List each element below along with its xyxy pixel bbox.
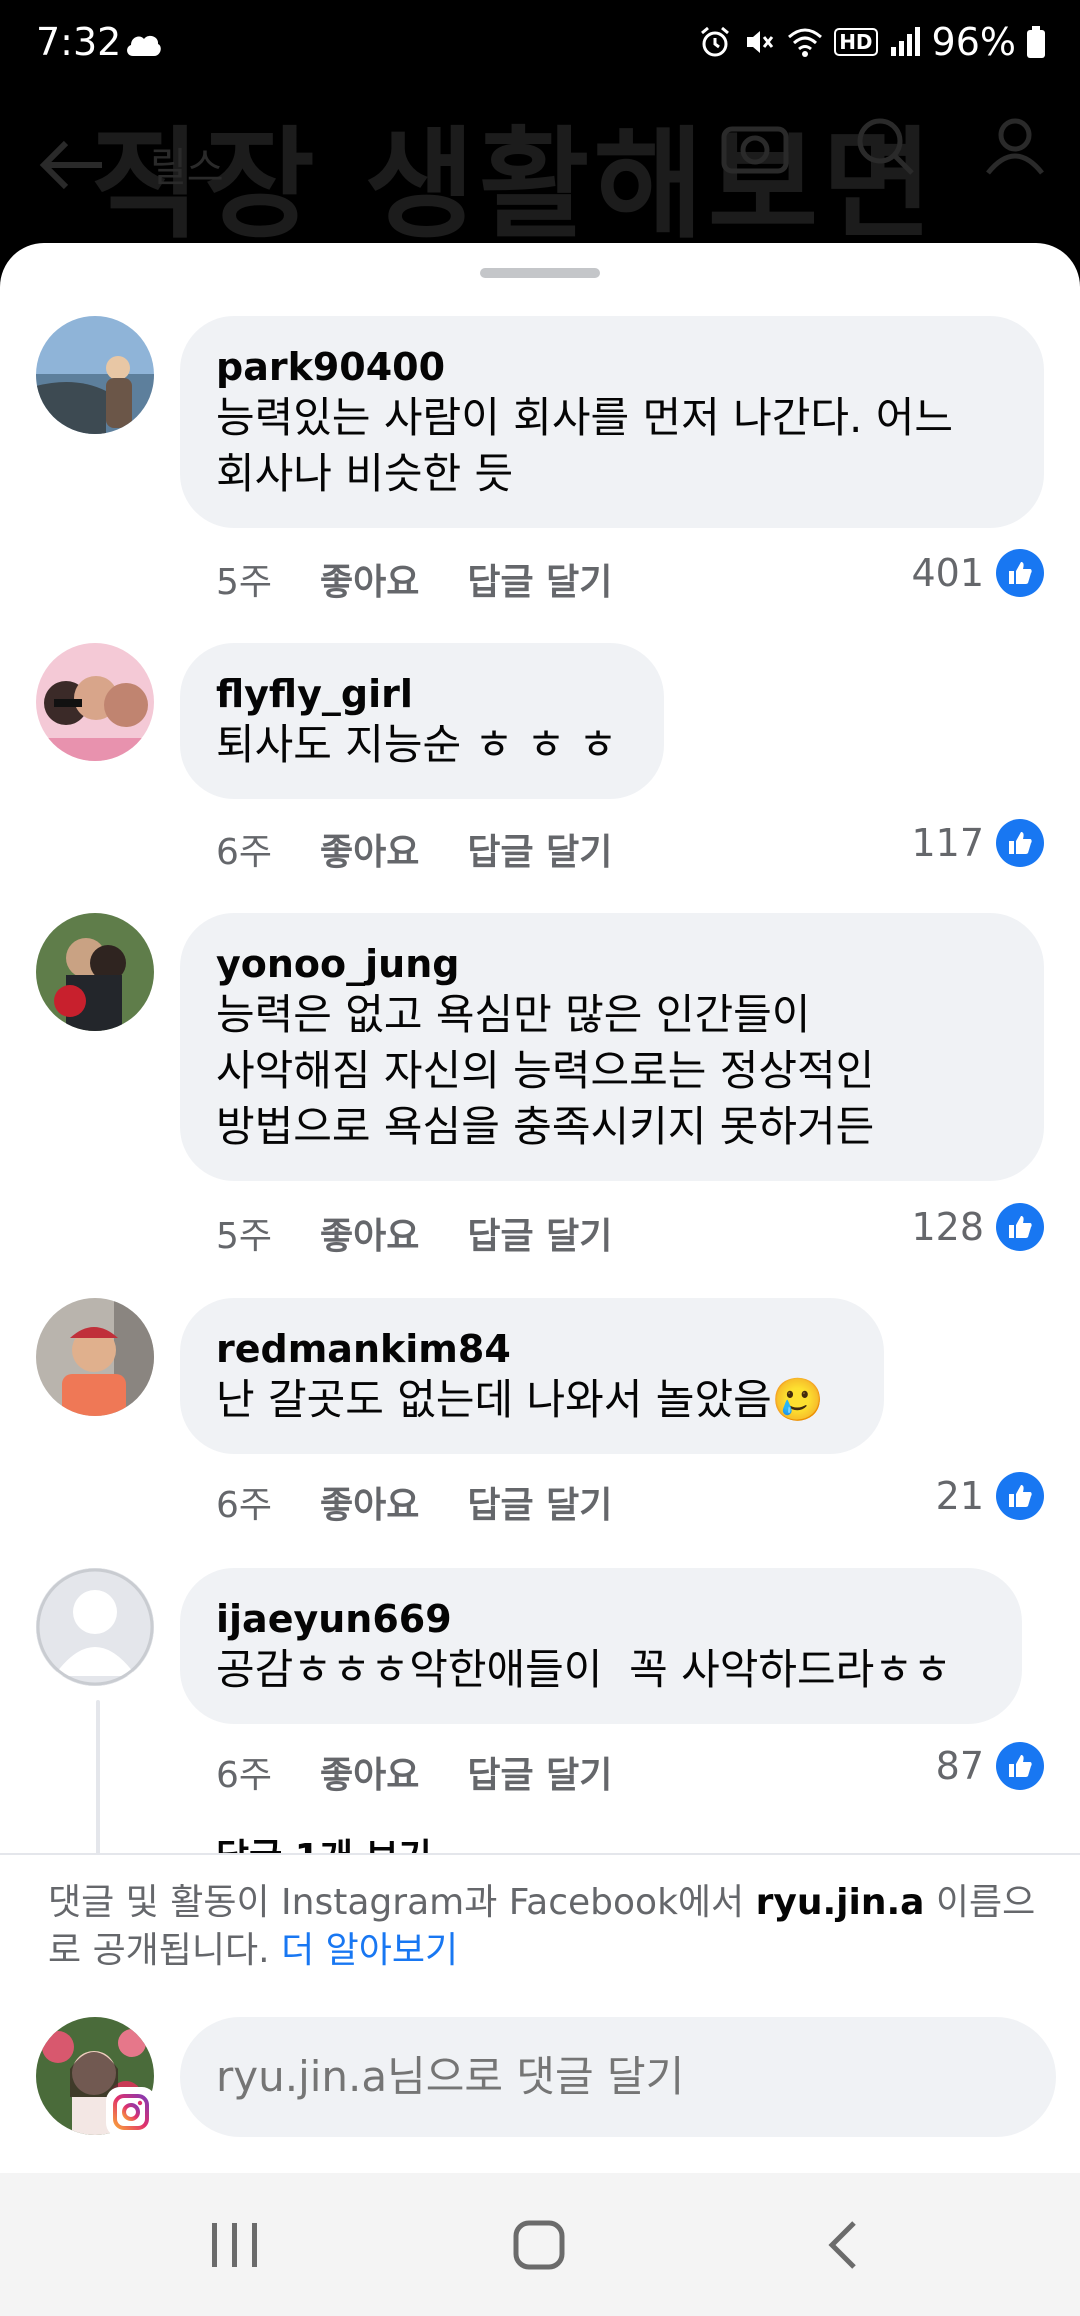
alarm-icon	[701, 26, 730, 57]
thumbs-up-icon	[996, 549, 1044, 597]
avatar[interactable]	[36, 643, 154, 761]
comment-bubble: ijaeyun669 공감ㅎㅎㅎ악한애들이 꼭 사악하드라ㅎㅎ	[180, 1568, 1022, 1724]
like-button[interactable]: 좋아요	[320, 823, 419, 875]
reaction-count[interactable]: 21	[936, 1472, 1044, 1520]
like-count: 128	[911, 1205, 984, 1249]
avatar[interactable]	[36, 316, 154, 434]
like-button[interactable]: 좋아요	[320, 1207, 419, 1259]
comment-meta: 6주 좋아요 답글 달기	[216, 1476, 612, 1528]
comment-time: 5주	[216, 1216, 273, 1257]
comment-meta: 5주 좋아요 답글 달기	[216, 1207, 612, 1259]
reply-button[interactable]: 답글 달기	[467, 823, 612, 875]
wifi-icon	[788, 28, 823, 57]
comment-bubble: yonoo_jung 능력은 없고 욕심만 많은 인간들이 사악해짐 자신의 능…	[180, 913, 1044, 1181]
default-avatar-icon[interactable]	[36, 1568, 154, 1686]
background-reel-header: 직장 생활해보면 릴스	[0, 95, 1080, 255]
recent-apps-icon[interactable]	[208, 2219, 262, 2271]
reply-button[interactable]: 답글 달기	[467, 1476, 612, 1528]
comment-meta: 5주 좋아요 답글 달기	[216, 553, 612, 605]
sheet-drag-handle[interactable]	[480, 268, 600, 278]
comment-text: 공감ㅎㅎㅎ악한애들이 꼭 사악하드라ㅎㅎ	[216, 1645, 952, 1694]
like-button[interactable]: 좋아요	[320, 1746, 419, 1798]
comment-bubble: redmankim84 난 갈곳도 없는데 나와서 놀았음🥲	[180, 1298, 884, 1454]
reply-button[interactable]: 답글 달기	[467, 1207, 612, 1259]
comment-text: 퇴사도 지능순 ㅎ ㅎ ㅎ	[216, 720, 618, 769]
privacy-notice: 댓글 및 활동이 Instagram과 Facebook에서 ryu.jin.a…	[48, 1879, 1038, 1975]
reaction-count[interactable]: 128	[911, 1203, 1044, 1251]
reply-button[interactable]: 답글 달기	[467, 553, 612, 605]
thumbs-up-icon	[996, 819, 1044, 867]
status-time: 7:32	[36, 20, 122, 64]
status-bar: 7:32 HD 96%	[0, 0, 1080, 95]
thumbs-up-icon	[996, 1203, 1044, 1251]
comment-composer-area: 댓글 및 활동이 Instagram과 Facebook에서 ryu.jin.a…	[0, 1853, 1080, 2175]
comment-username[interactable]: flyfly_girl	[216, 671, 628, 717]
avatar[interactable]	[36, 913, 154, 1031]
home-icon[interactable]	[512, 2219, 566, 2271]
cloud-icon	[127, 35, 161, 56]
comment-username[interactable]: yonoo_jung	[216, 941, 1008, 987]
thread-line	[96, 1700, 100, 1860]
like-count: 117	[911, 821, 984, 865]
like-count: 87	[935, 1744, 984, 1788]
thumbs-up-icon	[996, 1472, 1044, 1520]
comment-text: 능력은 없고 욕심만 많은 인간들이 사악해짐 자신의 능력으로는 정상적인 방…	[216, 990, 875, 1151]
notice-account: ryu.jin.a	[755, 1882, 925, 1923]
system-nav-bar	[0, 2173, 1080, 2316]
like-button[interactable]: 좋아요	[320, 1476, 419, 1528]
like-button[interactable]: 좋아요	[320, 553, 419, 605]
profile-icon	[986, 118, 1044, 175]
comment-username[interactable]: ijaeyun669	[216, 1596, 986, 1642]
instagram-icon	[106, 2087, 156, 2137]
hd-badge: HD	[834, 28, 878, 56]
comment-bubble: park90400 능력있는 사람이 회사를 먼저 나간다. 어느 회사나 비슷…	[180, 316, 1044, 528]
search-icon	[857, 118, 914, 175]
comment-time: 6주	[216, 1485, 273, 1526]
comment-text: 난 갈곳도 없는데 나와서 놀았음🥲	[216, 1375, 825, 1424]
avatar[interactable]	[36, 1298, 154, 1416]
like-count: 401	[911, 551, 984, 595]
camera-icon	[721, 126, 789, 174]
comment-bubble: flyfly_girl 퇴사도 지능순 ㅎ ㅎ ㅎ	[180, 643, 664, 799]
reply-button[interactable]: 답글 달기	[467, 1746, 612, 1798]
comment-username[interactable]: redmankim84	[216, 1326, 848, 1372]
reels-label: 릴스	[150, 145, 224, 191]
comment-time: 6주	[216, 1755, 273, 1796]
reaction-count[interactable]: 117	[911, 819, 1044, 867]
comment-time: 5주	[216, 562, 273, 603]
reaction-count[interactable]: 87	[936, 1742, 1044, 1790]
comment-input[interactable]	[180, 2017, 1056, 2137]
notice-prefix: 댓글 및 활동이 Instagram과 Facebook에서	[48, 1882, 756, 1923]
like-count: 21	[935, 1474, 984, 1518]
mute-icon	[747, 31, 774, 53]
back-arrow-icon	[39, 140, 102, 190]
comment-time: 6주	[216, 832, 273, 873]
comment-meta: 6주 좋아요 답글 달기	[216, 823, 612, 875]
back-icon[interactable]	[818, 2219, 872, 2271]
comment-meta: 6주 좋아요 답글 달기	[216, 1746, 612, 1798]
reaction-count[interactable]: 401	[911, 549, 1044, 597]
signal-icon	[890, 27, 920, 56]
battery-icon	[1027, 26, 1045, 58]
learn-more-link[interactable]: 더 알아보기	[281, 1930, 458, 1971]
thumbs-up-icon	[996, 1742, 1044, 1790]
battery-percent: 96%	[931, 20, 1016, 64]
comment-username[interactable]: park90400	[216, 344, 1008, 390]
comment-text: 능력있는 사람이 회사를 먼저 나간다. 어느 회사나 비슷한 듯	[216, 393, 953, 498]
